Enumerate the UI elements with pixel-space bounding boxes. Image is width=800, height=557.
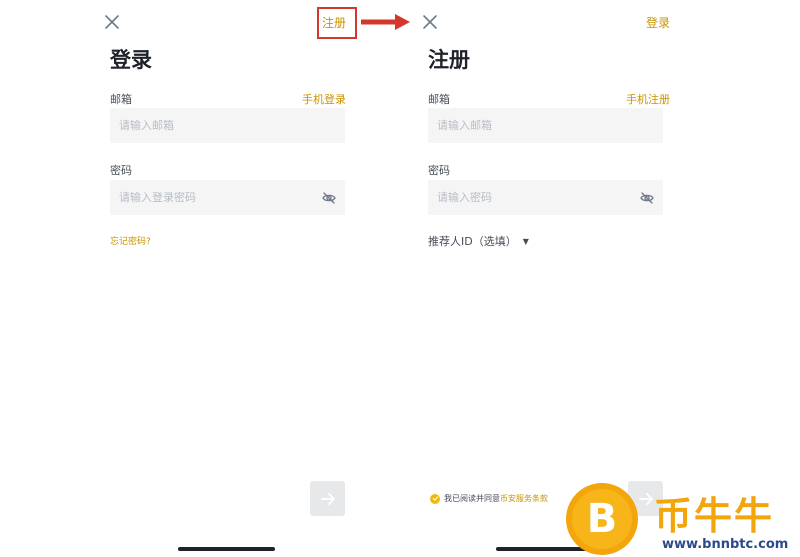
watermark-logo: B 币牛牛 www.bnnbtc.com bbox=[566, 483, 800, 557]
next-button[interactable] bbox=[310, 481, 345, 516]
eye-slash-icon[interactable] bbox=[321, 190, 337, 206]
terms-of-service-link[interactable]: 币安服务条款 bbox=[500, 493, 548, 504]
referral-id-label: 推荐人ID（选填） bbox=[428, 235, 517, 248]
email-field-container bbox=[110, 108, 345, 143]
coin-symbol: B bbox=[572, 489, 632, 549]
login-screen: 注册 登录 邮箱 手机登录 密码 忘记密码? bbox=[96, 0, 360, 557]
terms-agreement: 我已阅读并同意 币安服务条款 bbox=[430, 493, 548, 504]
login-link[interactable]: 登录 bbox=[646, 14, 670, 31]
password-field[interactable] bbox=[119, 191, 309, 204]
red-arrow-icon bbox=[361, 14, 410, 30]
password-field[interactable] bbox=[437, 191, 627, 204]
password-label: 密码 bbox=[110, 164, 132, 177]
page-title: 注册 bbox=[428, 48, 470, 72]
phone-register-link[interactable]: 手机注册 bbox=[626, 91, 670, 107]
phone-login-link[interactable]: 手机登录 bbox=[302, 91, 346, 107]
checkmark-circle-icon[interactable] bbox=[430, 493, 440, 504]
register-link[interactable]: 注册 bbox=[322, 14, 346, 31]
register-screen: 登录 注册 邮箱 手机注册 密码 推荐人ID（选填） ▼ 我已阅读并同意 币安服… bbox=[414, 0, 678, 557]
email-field[interactable] bbox=[119, 119, 309, 132]
password-field-container bbox=[110, 180, 345, 215]
close-icon[interactable] bbox=[420, 12, 440, 32]
email-field-container bbox=[428, 108, 663, 143]
page-title: 登录 bbox=[110, 48, 152, 72]
forgot-password-link[interactable]: 忘记密码? bbox=[110, 234, 151, 247]
referral-id-toggle[interactable]: 推荐人ID（选填） ▼ bbox=[428, 233, 529, 249]
bitcoin-coin-icon: B bbox=[566, 483, 638, 555]
email-field[interactable] bbox=[437, 119, 627, 132]
eye-slash-icon[interactable] bbox=[639, 190, 655, 206]
caret-down-icon: ▼ bbox=[522, 236, 529, 246]
home-indicator bbox=[178, 547, 275, 551]
agree-text: 我已阅读并同意 bbox=[444, 494, 500, 503]
email-label: 邮箱 bbox=[428, 93, 450, 106]
close-icon[interactable] bbox=[102, 12, 122, 32]
email-label: 邮箱 bbox=[110, 93, 132, 106]
password-field-container bbox=[428, 180, 663, 215]
arrow-right-icon bbox=[320, 492, 335, 505]
watermark-title: 币牛牛 bbox=[654, 494, 775, 538]
password-label: 密码 bbox=[428, 164, 450, 177]
watermark-url: www.bnnbtc.com bbox=[662, 537, 789, 552]
